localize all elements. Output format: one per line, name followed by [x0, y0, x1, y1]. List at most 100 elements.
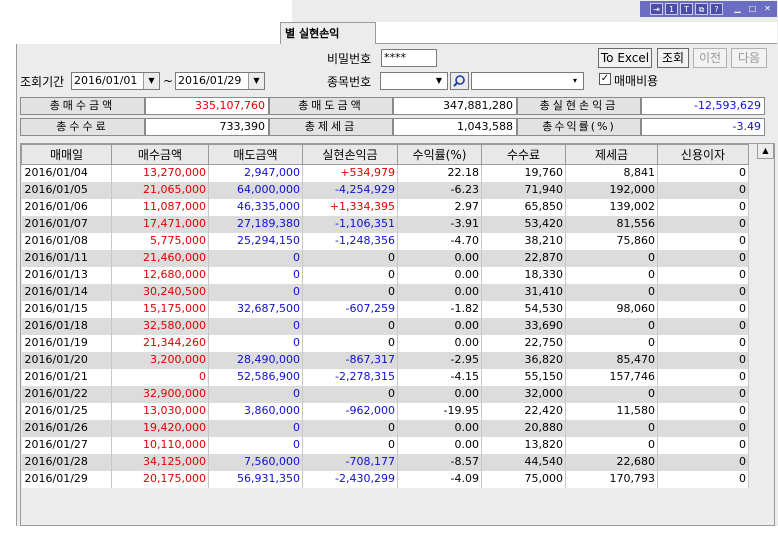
table-cell: 32,900,000	[111, 385, 209, 403]
table-row[interactable]: 2016/01/15 15,175,000 32,687,500 -607,259 -1…	[21, 300, 749, 318]
column-header[interactable]: 매도금액	[208, 144, 303, 165]
text-icon[interactable]: T	[680, 3, 693, 15]
next-button[interactable]: 다음	[731, 48, 767, 68]
excel-button[interactable]: To Excel	[598, 48, 652, 68]
table-cell: 53,420	[481, 215, 566, 233]
trade-grid[interactable]: 매매일 매수금액 매도금액 실현손익금 수익률(%) 수수료 제세금 신용이자 2016/01…	[20, 143, 775, 526]
table-row[interactable]: 2016/01/26 19,420,000 0 0 0.00 20,880 0 0	[21, 419, 749, 437]
table-cell: 11,580	[565, 402, 658, 420]
dropdown-arrow-icon[interactable]: ▼	[431, 73, 447, 89]
table-row[interactable]: 2016/01/21 0 52,586,900 -2,278,315 -4.15 55,1…	[21, 368, 749, 386]
table-cell: -6.23	[397, 181, 482, 199]
table-cell: 71,940	[481, 181, 566, 199]
column-header[interactable]: 신용이자	[657, 144, 749, 165]
copy-icon[interactable]: ⧉	[695, 3, 708, 15]
tab-realized-pnl[interactable]: 별 실현손익	[280, 22, 376, 44]
column-header[interactable]: 매수금액	[111, 144, 209, 165]
table-cell: 5,775,000	[111, 232, 209, 250]
total-pnl-value: -12,593,629	[641, 97, 765, 115]
table-row[interactable]: 2016/01/28 34,125,000 7,560,000 -708,177 -8.…	[21, 453, 749, 471]
column-header[interactable]: 수익률(%)	[397, 144, 482, 165]
help-icon[interactable]: ?	[710, 3, 723, 15]
table-row[interactable]: 2016/01/11 21,460,000 0 0 0.00 22,870 0 0	[21, 249, 749, 267]
dropdown-arrow-icon[interactable]: ▾	[567, 73, 583, 89]
table-row[interactable]: 2016/01/05 21,065,000 64,000,000 -4,254,929…	[21, 181, 749, 199]
table-cell: 0.00	[397, 266, 482, 284]
table-row[interactable]: 2016/01/25 13,030,000 3,860,000 -962,000 -19…	[21, 402, 749, 420]
table-row[interactable]: 2016/01/19 21,344,260 0 0 0.00 22,750 0 0	[21, 334, 749, 352]
table-cell: +534,979	[302, 164, 398, 182]
column-header[interactable]: 제세금	[565, 144, 658, 165]
table-row[interactable]: 2016/01/18 32,580,000 0 0 0.00 33,690 0 0	[21, 317, 749, 335]
stock-name-field[interactable]: ▾	[471, 72, 584, 90]
restore-icon[interactable]: □	[746, 3, 759, 15]
date-from-field[interactable]: 2016/01/01 ▼	[71, 72, 160, 90]
table-cell: 3,200,000	[111, 351, 209, 369]
exit-icon[interactable]: ⇥	[650, 3, 663, 15]
table-row[interactable]: 2016/01/07 17,471,000 27,189,380 -1,106,351…	[21, 215, 749, 233]
close-icon[interactable]: ✕	[761, 3, 774, 15]
table-cell: 22,420	[481, 402, 566, 420]
query-button[interactable]: 조회	[657, 48, 689, 68]
password-field[interactable]: ****	[381, 49, 437, 67]
table-cell: 0.00	[397, 334, 482, 352]
fee-checkbox[interactable]: ✓	[599, 73, 611, 85]
table-row[interactable]: 2016/01/14 30,240,500 0 0 0.00 31,410 0 0	[21, 283, 749, 301]
table-cell: 0	[565, 249, 658, 267]
table-cell: 0	[657, 368, 749, 386]
column-header[interactable]: 실현손익금	[302, 144, 398, 165]
table-cell: 0.00	[397, 419, 482, 437]
table-cell: 0	[657, 181, 749, 199]
table-cell: 0	[657, 300, 749, 318]
stock-search-button[interactable]	[450, 72, 469, 90]
table-row[interactable]: 2016/01/27 10,110,000 0 0 0.00 13,820 0 0	[21, 436, 749, 454]
table-cell: 38,210	[481, 232, 566, 250]
table-cell: 2016/01/29	[21, 470, 112, 488]
table-row[interactable]: 2016/01/08 5,775,000 25,294,150 -1,248,356-…	[21, 232, 749, 250]
prev-button[interactable]: 이전	[693, 48, 727, 68]
table-cell: 0	[565, 317, 658, 335]
table-cell: 0	[208, 436, 303, 454]
table-cell: 11,087,000	[111, 198, 209, 216]
table-cell: 13,030,000	[111, 402, 209, 420]
table-cell: 2.97	[397, 198, 482, 216]
minimize-icon[interactable]: ▁	[731, 3, 744, 15]
stock-code-field[interactable]: ▼	[380, 72, 448, 90]
table-cell: 0	[208, 334, 303, 352]
table-row[interactable]: 2016/01/29 20,175,000 56,931,350 -2,430,299…	[21, 470, 749, 488]
table-cell: 2,947,000	[208, 164, 303, 182]
table-cell: 0	[302, 266, 398, 284]
table-cell: 2016/01/04	[21, 164, 112, 182]
table-cell: 0	[657, 436, 749, 454]
table-row[interactable]: 2016/01/13 12,680,000 0 0 0.00 18,330 0 0	[21, 266, 749, 284]
table-cell: 64,000,000	[208, 181, 303, 199]
table-cell: 0	[657, 232, 749, 250]
dropdown-arrow-icon[interactable]: ▼	[143, 73, 159, 89]
table-cell: 34,125,000	[111, 453, 209, 471]
column-header[interactable]: 수수료	[481, 144, 566, 165]
table-cell: 20,880	[481, 419, 566, 437]
table-cell: -4.70	[397, 232, 482, 250]
scroll-up-icon[interactable]: ▲	[757, 143, 774, 159]
dropdown-arrow-icon[interactable]: ▼	[248, 73, 264, 89]
table-cell: 2016/01/11	[21, 249, 112, 267]
table-cell: 157,746	[565, 368, 658, 386]
table-row[interactable]: 2016/01/06 11,087,000 46,335,000 +1,334,395…	[21, 198, 749, 216]
info-icon[interactable]: 1	[665, 3, 678, 15]
total-pnl-label: 총실현손익금	[517, 97, 641, 115]
table-row[interactable]: 2016/01/20 3,200,000 28,490,000 -867,317 -2.…	[21, 351, 749, 369]
summary-row-1: 총매수금액 335,107,760 총매도금액 347,881,280 총실현손…	[20, 97, 765, 115]
table-cell: 0	[657, 453, 749, 471]
table-cell: 0.00	[397, 436, 482, 454]
table-cell: 2016/01/05	[21, 181, 112, 199]
column-header[interactable]: 매매일	[21, 144, 112, 165]
table-cell: 85,470	[565, 351, 658, 369]
table-row[interactable]: 2016/01/04 13,270,000 2,947,000 +534,979 22.…	[21, 164, 749, 182]
table-row[interactable]: 2016/01/22 32,900,000 0 0 0.00 32,000 0 0	[21, 385, 749, 403]
table-cell: 0	[565, 283, 658, 301]
table-cell: 2016/01/07	[21, 215, 112, 233]
table-cell: 0	[302, 334, 398, 352]
table-cell: 0	[208, 317, 303, 335]
date-to-field[interactable]: 2016/01/29 ▼	[175, 72, 265, 90]
table-cell: 28,490,000	[208, 351, 303, 369]
